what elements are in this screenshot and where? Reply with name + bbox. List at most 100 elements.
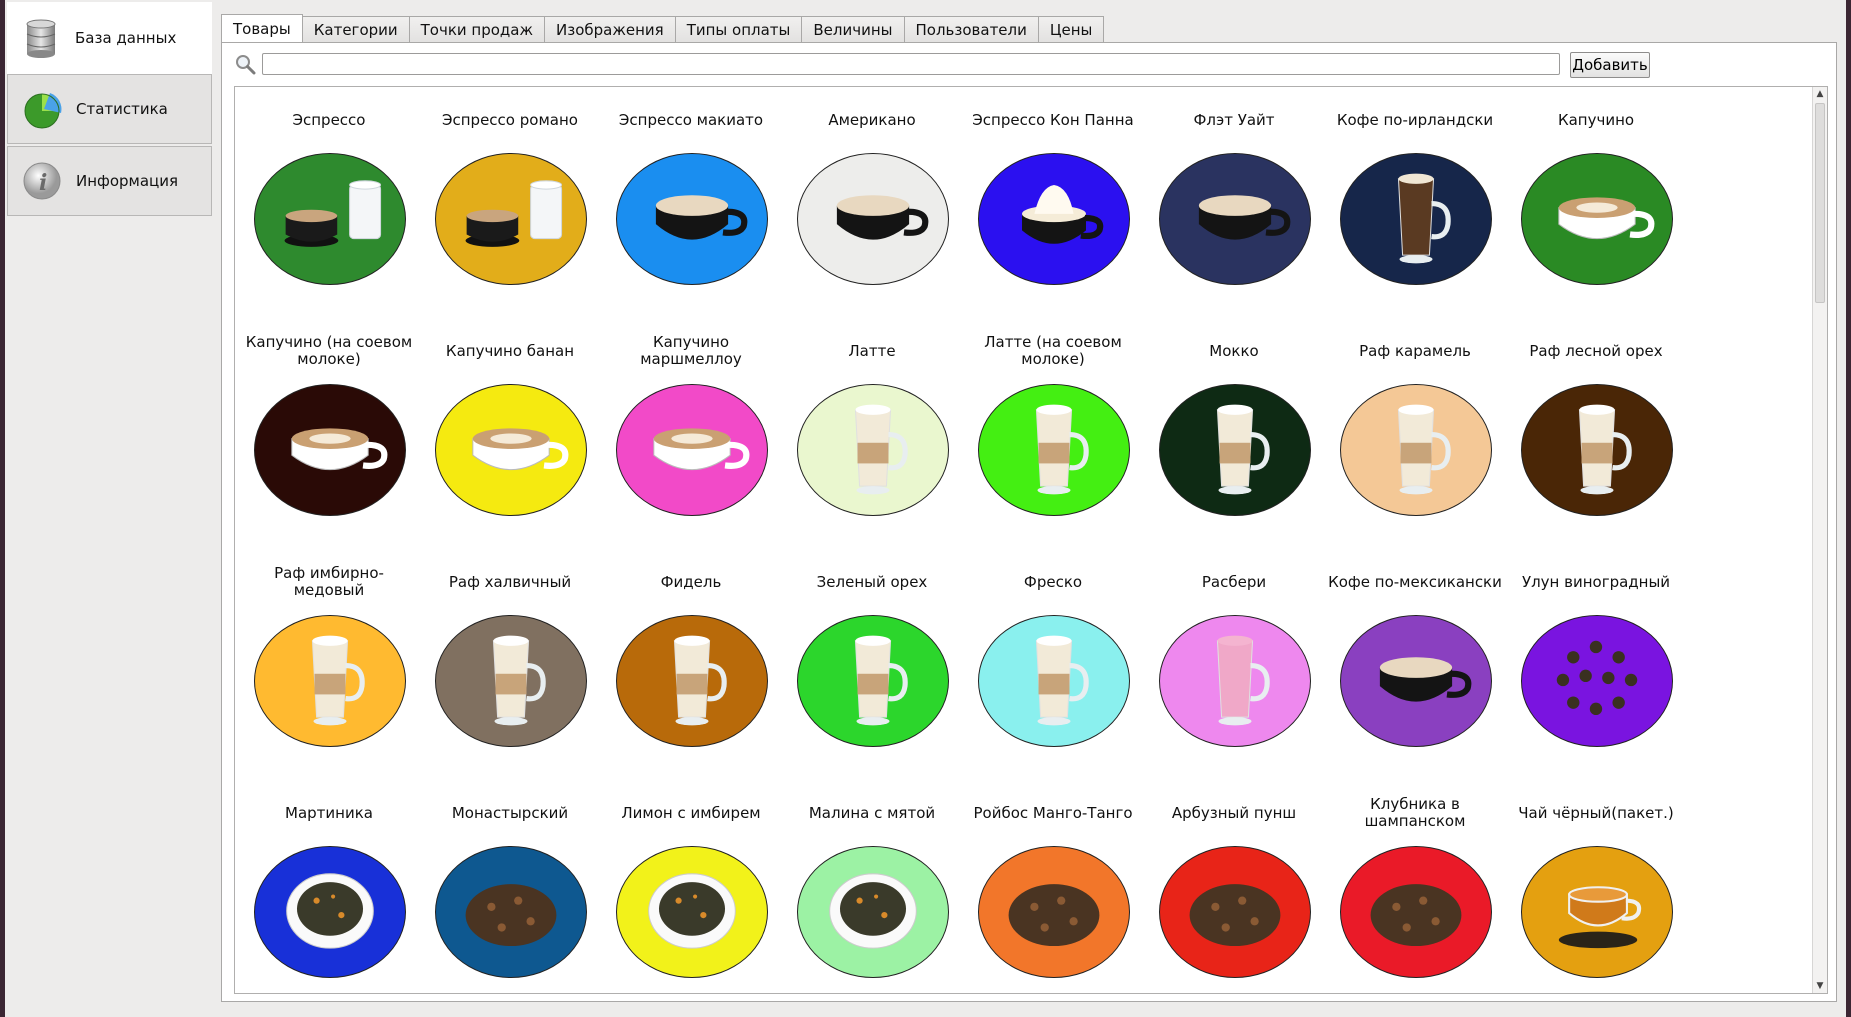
product-image bbox=[435, 615, 587, 747]
product-name: Мартиника bbox=[285, 803, 373, 822]
tab-units[interactable]: Величины bbox=[802, 16, 905, 43]
product-tile[interactable]: Капучино банан bbox=[420, 318, 600, 549]
product-tile[interactable]: Эспрессо романо bbox=[420, 87, 600, 318]
info-icon: i bbox=[23, 162, 61, 200]
product-name: Эспрессо Кон Панна bbox=[972, 110, 1134, 129]
product-tile[interactable]: Раф имбирно-медовый bbox=[239, 549, 419, 780]
product-tile[interactable]: Латте bbox=[782, 318, 962, 549]
vertical-scrollbar[interactable]: ▲ ▼ bbox=[1812, 87, 1827, 993]
scroll-down-arrow-icon[interactable]: ▼ bbox=[1813, 979, 1827, 993]
product-image bbox=[797, 615, 949, 747]
product-image bbox=[1159, 846, 1311, 978]
product-image bbox=[1521, 615, 1673, 747]
product-image bbox=[978, 846, 1130, 978]
product-tile[interactable]: Раф лесной орех bbox=[1506, 318, 1686, 549]
tab-payment-types[interactable]: Типы оплаты bbox=[675, 16, 803, 43]
product-name: Эспрессо романо bbox=[442, 110, 578, 129]
product-image bbox=[254, 615, 406, 747]
product-tile[interactable]: Кофе по-ирландски bbox=[1325, 87, 1505, 318]
scroll-up-arrow-icon[interactable]: ▲ bbox=[1813, 87, 1827, 101]
svg-text:i: i bbox=[39, 170, 47, 196]
product-name: Капучино банан bbox=[445, 341, 575, 360]
product-tile[interactable]: Клубника в шампанском bbox=[1325, 780, 1505, 993]
product-name: Зеленый орех bbox=[816, 572, 928, 591]
sidebar-item-label: Информация bbox=[76, 172, 179, 190]
product-image bbox=[1340, 153, 1492, 285]
tab-prices[interactable]: Цены bbox=[1038, 16, 1105, 43]
product-name: Раф лесной орех bbox=[1529, 341, 1663, 360]
product-image bbox=[978, 153, 1130, 285]
product-name: Капучино маршмеллоу bbox=[640, 333, 742, 368]
product-name: Американо bbox=[828, 110, 916, 129]
product-image bbox=[1159, 153, 1311, 285]
tab-products[interactable]: Товары bbox=[221, 14, 303, 43]
product-image bbox=[435, 846, 587, 978]
product-image bbox=[616, 153, 768, 285]
product-tile[interactable]: Расбери bbox=[1144, 549, 1324, 780]
product-tile[interactable]: Малина с мятой bbox=[782, 780, 962, 993]
product-tile[interactable]: Ройбос Манго-Танго bbox=[963, 780, 1143, 993]
product-name: Раф карамель bbox=[1359, 341, 1471, 360]
sidebar-item-label: База данных bbox=[75, 29, 177, 47]
product-image bbox=[797, 153, 949, 285]
product-tile[interactable]: Фреско bbox=[963, 549, 1143, 780]
add-button[interactable]: Добавить bbox=[1570, 52, 1650, 78]
product-tile[interactable]: Монастырский bbox=[420, 780, 600, 993]
product-image bbox=[1159, 384, 1311, 516]
product-tile[interactable]: Фидель bbox=[601, 549, 781, 780]
product-image bbox=[978, 384, 1130, 516]
product-tile[interactable]: Капучино (на соевом молоке) bbox=[239, 318, 419, 549]
product-tile[interactable]: Лимон с имбирем bbox=[601, 780, 781, 993]
product-tile[interactable]: Раф халвичный bbox=[420, 549, 600, 780]
product-name: Фреско bbox=[1023, 572, 1083, 591]
search-input[interactable] bbox=[262, 53, 1560, 75]
product-tile[interactable]: Чай чёрный(пакет.) bbox=[1506, 780, 1686, 993]
product-image bbox=[435, 153, 587, 285]
product-image bbox=[1340, 384, 1492, 516]
product-tile[interactable]: Латте (на соевом молоке) bbox=[963, 318, 1143, 549]
sidebar: База данных Статистика i Информация bbox=[5, 0, 212, 1017]
product-name: Мокко bbox=[1209, 341, 1259, 360]
product-image bbox=[616, 384, 768, 516]
product-tile[interactable]: Мартиника bbox=[239, 780, 419, 993]
product-tile[interactable]: Кофе по-мексикански bbox=[1325, 549, 1505, 780]
product-name: Флэт Уайт bbox=[1193, 110, 1275, 129]
product-image bbox=[1521, 153, 1673, 285]
sidebar-item-information[interactable]: i Информация bbox=[7, 146, 212, 216]
product-name: Капучино (на соевом молоке) bbox=[245, 333, 413, 368]
tab-images[interactable]: Изображения bbox=[545, 16, 676, 43]
product-image bbox=[978, 615, 1130, 747]
main-area: Товары Категории Точки продаж Изображени… bbox=[221, 14, 1837, 1004]
product-name: Латте (на соевом молоке) bbox=[984, 333, 1122, 368]
product-tile[interactable]: Эспрессо Кон Панна bbox=[963, 87, 1143, 318]
product-tile[interactable]: Эспрессо bbox=[239, 87, 419, 318]
product-tile[interactable]: Эспрессо макиато bbox=[601, 87, 781, 318]
product-tile[interactable]: Улун виноградный bbox=[1506, 549, 1686, 780]
product-image bbox=[1340, 615, 1492, 747]
database-icon bbox=[26, 19, 56, 58]
tab-points-of-sale[interactable]: Точки продаж bbox=[409, 16, 546, 43]
tab-categories[interactable]: Категории bbox=[302, 16, 410, 43]
tab-users[interactable]: Пользователи bbox=[904, 16, 1039, 43]
sidebar-item-label: Статистика bbox=[76, 100, 168, 118]
sidebar-item-statistics[interactable]: Статистика bbox=[7, 74, 212, 144]
product-tile[interactable]: Американо bbox=[782, 87, 962, 318]
product-image bbox=[616, 615, 768, 747]
sidebar-item-database[interactable]: База данных bbox=[7, 2, 212, 74]
scroll-thumb[interactable] bbox=[1815, 103, 1825, 303]
product-tile[interactable]: Мокко bbox=[1144, 318, 1324, 549]
product-image bbox=[435, 384, 587, 516]
product-tile[interactable]: Раф карамель bbox=[1325, 318, 1505, 549]
product-tile[interactable]: Зеленый орех bbox=[782, 549, 962, 780]
product-tile[interactable]: Арбузный пунш bbox=[1144, 780, 1324, 993]
product-tile[interactable]: Капучино bbox=[1506, 87, 1686, 318]
product-image bbox=[797, 384, 949, 516]
products-panel: Добавить Эспрессо Эспрессо романо Эспрессо… bbox=[221, 42, 1837, 1002]
pie-chart-icon bbox=[24, 93, 62, 129]
product-tile[interactable]: Флэт Уайт bbox=[1144, 87, 1324, 318]
products-grid-frame: Эспрессо Эспрессо романо Эспрессо макиато А… bbox=[234, 86, 1828, 994]
product-name: Кофе по-мексикански bbox=[1328, 572, 1502, 591]
product-tile[interactable]: Капучино маршмеллоу bbox=[601, 318, 781, 549]
product-name: Монастырский bbox=[451, 803, 569, 822]
product-name: Эспрессо макиато bbox=[618, 110, 764, 129]
